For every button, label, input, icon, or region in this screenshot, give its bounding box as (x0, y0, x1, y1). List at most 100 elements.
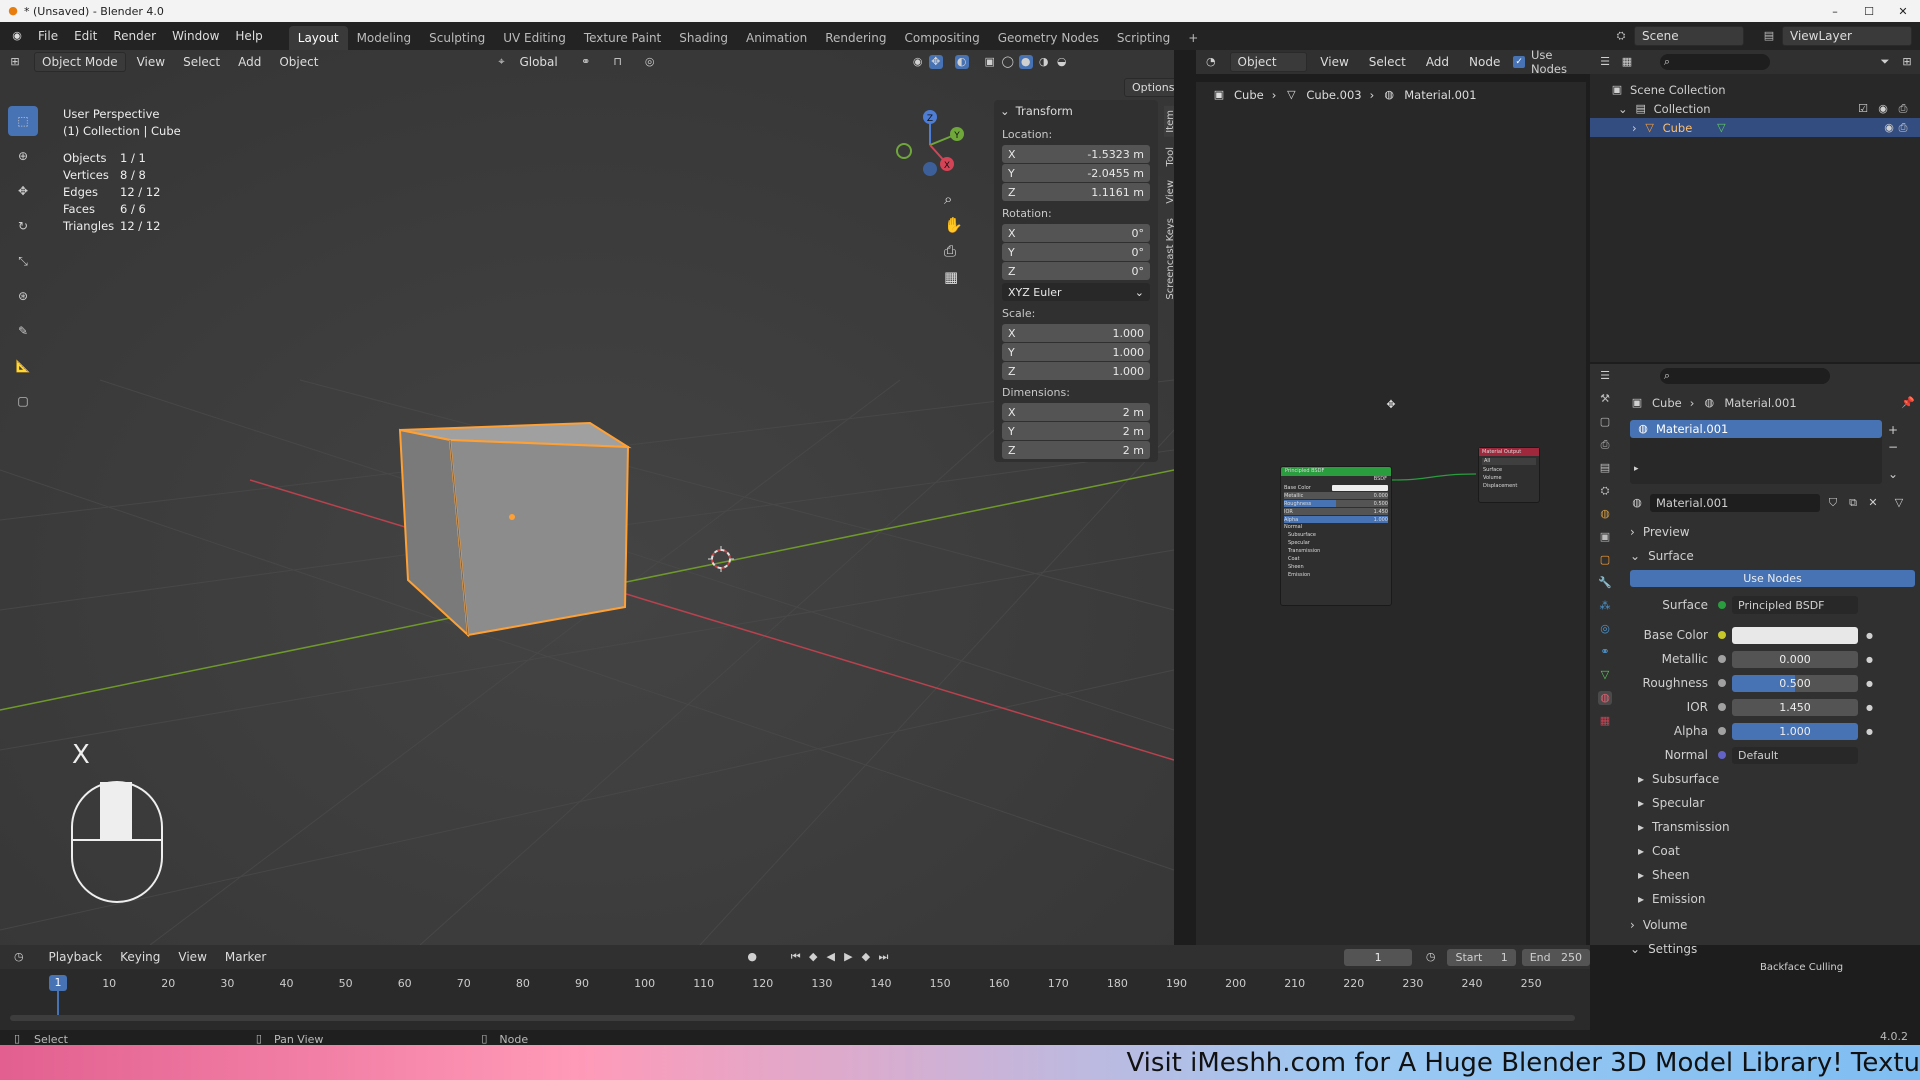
timeline-ruler[interactable]: 1102030405060708090100110120130140150160… (0, 975, 1590, 995)
scene-selector[interactable]: Scene (1634, 26, 1744, 46)
coat-panel[interactable]: ▸ Coat (1638, 839, 1915, 863)
settings-panel-header[interactable]: ⌄ Settings (1630, 937, 1915, 961)
menu-file[interactable]: File (30, 22, 66, 50)
transmission-panel[interactable]: ▸ Transmission (1638, 815, 1915, 839)
camera-icon[interactable]: ⎙ (1896, 102, 1910, 116)
scale-tool[interactable]: ⤡ (8, 246, 38, 276)
marker-menu[interactable]: Marker (218, 948, 273, 966)
node-view-menu[interactable]: View (1313, 53, 1355, 71)
object-tab-icon[interactable]: ▢ (1598, 553, 1612, 567)
rendered-shading-icon[interactable]: ◒ (1055, 55, 1069, 69)
tab-shading[interactable]: Shading (670, 26, 737, 50)
fake-user-icon[interactable]: ⛉ (1826, 496, 1840, 510)
backface-culling-row[interactable]: Backface Culling (1630, 961, 1915, 973)
bsdf-row-base-color[interactable]: Base Color (1284, 484, 1388, 491)
collection-tab-icon[interactable]: ▣ (1598, 530, 1612, 544)
tab-view[interactable]: View (1164, 176, 1174, 208)
object-menu[interactable]: Object (272, 53, 325, 71)
tab-sculpting[interactable]: Sculpting (420, 26, 494, 50)
xray-icon[interactable]: ▣ (983, 55, 997, 69)
texture-tab-icon[interactable]: ▦ (1598, 714, 1612, 728)
bsdf-row-roughness[interactable]: Roughness 0.500 (1284, 500, 1388, 507)
tab-screencast-keys[interactable]: Screencast Keys (1164, 214, 1174, 304)
roughness-slider[interactable]: 0.500 (1732, 674, 1858, 692)
keyframe-dot-icon[interactable]: ● (1866, 655, 1873, 664)
alpha-slider[interactable]: 1.000 (1732, 722, 1858, 740)
node-editor-type-icon[interactable]: ◔ (1204, 55, 1218, 69)
dimensions-x-field[interactable]: X2 m (1002, 403, 1150, 421)
node-editor-canvas[interactable]: ▣ Cube › ▽ Cube.003 › ◍ Material.001 ✥ Princi… (1196, 82, 1586, 945)
base-color-swatch[interactable] (1732, 626, 1858, 644)
keyframe-dot-icon[interactable]: ● (1866, 727, 1873, 736)
tab-animation[interactable]: Animation (737, 26, 816, 50)
output-target-dropdown[interactable]: All (1482, 458, 1536, 465)
transform-tool[interactable]: ⊛ (8, 281, 38, 311)
jump-end-icon[interactable]: ⏭ (877, 950, 891, 964)
constraints-tab-icon[interactable]: ⚭ (1598, 645, 1612, 659)
material-name-field[interactable]: Material.001 (1650, 494, 1820, 512)
next-keyframe-icon[interactable]: ◆ (859, 950, 873, 964)
collapse-arrow-icon[interactable]: ⌄ (1000, 104, 1010, 118)
remove-slot-button[interactable]: − (1888, 440, 1898, 454)
rotation-x-field[interactable]: X 0° (1002, 224, 1150, 242)
location-y-field[interactable]: Y -2.0455 m (1002, 164, 1150, 182)
node-node-menu[interactable]: Node (1462, 53, 1507, 71)
dimensions-z-field[interactable]: Z2 m (1002, 441, 1150, 459)
normal-input[interactable]: Default (1732, 746, 1858, 764)
play-icon[interactable]: ▶ (842, 950, 856, 964)
orientation-selector[interactable]: Global (512, 53, 564, 71)
scale-y-field[interactable]: Y 1.000 (1002, 343, 1150, 361)
duplicate-material-icon[interactable]: ⧉ (1846, 496, 1860, 510)
mode-selector[interactable]: Object Mode (34, 52, 126, 72)
timeline-type-icon[interactable]: ◷ (12, 950, 26, 964)
output-surface-socket[interactable]: Surface (1479, 467, 1539, 475)
outliner-cube-row[interactable]: › ▽ Cube ▽ ◉ ⎙ (1590, 118, 1920, 137)
preview-panel-header[interactable]: › Preview (1630, 520, 1915, 544)
select-menu[interactable]: Select (176, 53, 227, 71)
output-displacement-socket[interactable]: Displacement (1479, 483, 1539, 491)
keyframe-dot-icon[interactable]: ● (1866, 703, 1873, 712)
display-mode-icon[interactable]: ▦ (1620, 55, 1634, 69)
properties-search-input[interactable]: ⌕ (1660, 368, 1830, 384)
surface-panel-header[interactable]: ⌄ Surface (1630, 544, 1915, 568)
keyframe-dot-icon[interactable]: ● (1866, 679, 1873, 688)
tab-tool[interactable]: Tool (1164, 143, 1174, 170)
measure-tool[interactable]: 📐 (8, 351, 38, 381)
view-menu[interactable]: View (130, 53, 172, 71)
add-slot-button[interactable]: + (1888, 423, 1898, 437)
use-nodes-button[interactable]: Use Nodes (1630, 570, 1915, 587)
wireframe-shading-icon[interactable]: ◯ (1001, 55, 1015, 69)
particles-tab-icon[interactable]: ⁂ (1598, 599, 1612, 613)
world-tab-icon[interactable]: ◍ (1598, 507, 1612, 521)
select-box-tool[interactable]: ⬚ (8, 106, 38, 136)
editor-type-icon[interactable]: ⊞ (8, 55, 22, 69)
transform-header[interactable]: Transform (1016, 104, 1073, 118)
outliner-scene-collection[interactable]: ▣ Scene Collection (1590, 80, 1920, 99)
dimensions-y-field[interactable]: Y2 m (1002, 422, 1150, 440)
slot-link-icon[interactable]: ▽ (1892, 496, 1906, 510)
outliner-collection[interactable]: ⌄ ▤ Collection ☑ ◉ ⎙ (1590, 99, 1920, 118)
bsdf-output-socket[interactable]: BSDF (1281, 476, 1391, 484)
minimize-button[interactable]: – (1818, 5, 1852, 18)
tab-rendering[interactable]: Rendering (816, 26, 895, 50)
add-menu[interactable]: Add (231, 53, 268, 71)
rotation-y-field[interactable]: Y 0° (1002, 243, 1150, 261)
ior-field[interactable]: 1.450 (1732, 698, 1858, 716)
material-shading-icon[interactable]: ◑ (1037, 55, 1051, 69)
ortho-grid-icon[interactable]: ▦ (944, 268, 963, 286)
timeline-scrollbar[interactable] (10, 1015, 1575, 1021)
annotate-tool[interactable]: ✎ (8, 316, 38, 346)
node-add-menu[interactable]: Add (1419, 53, 1456, 71)
add-cube-tool[interactable]: ▢ (8, 386, 38, 416)
bsdf-row-subsurface[interactable]: Subsurface (1284, 532, 1388, 539)
move-tool[interactable]: ✥ (8, 176, 38, 206)
view-layer-selector[interactable]: ViewLayer (1782, 26, 1912, 46)
view-layer-tab-icon[interactable]: ▤ (1598, 461, 1612, 475)
camera-view-icon[interactable]: ⎙ (944, 242, 963, 260)
scale-z-field[interactable]: Z 1.000 (1002, 362, 1150, 380)
rotation-z-field[interactable]: Z 0° (1002, 262, 1150, 280)
pivot-icon[interactable]: ⚭ (579, 55, 593, 69)
close-button[interactable]: ✕ (1886, 5, 1920, 18)
material-output-node[interactable]: Material Output All Surface Volume Displ… (1478, 447, 1540, 503)
volume-panel-header[interactable]: › Volume (1630, 913, 1915, 937)
